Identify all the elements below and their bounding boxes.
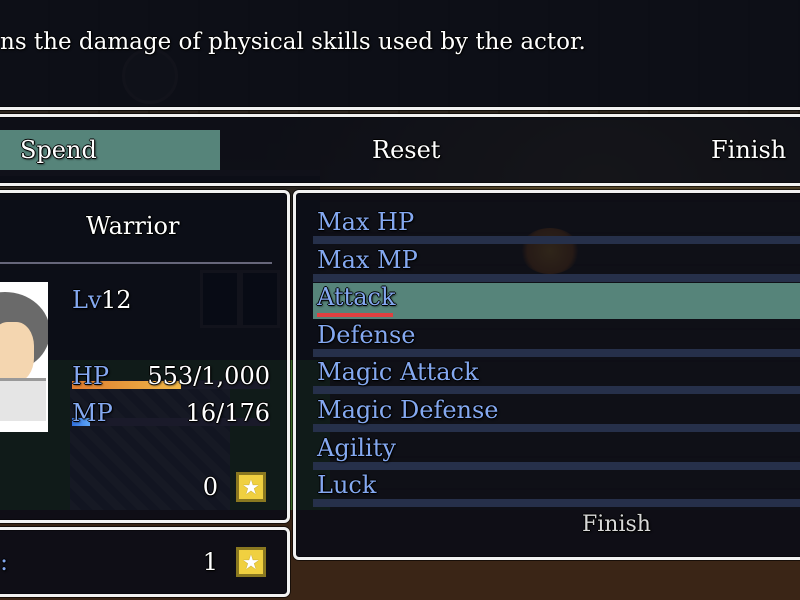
- param-row-attack[interactable]: Attack: [313, 283, 800, 319]
- level-value: 12: [101, 286, 132, 314]
- mp-label: MP: [72, 399, 113, 427]
- reset-command[interactable]: Reset: [372, 136, 440, 164]
- actor-points-value: 0: [202, 473, 218, 501]
- param-row-max-hp[interactable]: Max HP: [313, 208, 800, 244]
- selection-underline: [317, 313, 393, 317]
- param-row-separator: [313, 386, 800, 394]
- param-row-magic-defense[interactable]: Magic Defense: [313, 396, 800, 432]
- param-label: Luck: [317, 471, 377, 499]
- param-label: Defense: [317, 321, 416, 349]
- star-icon: ★: [236, 547, 266, 577]
- finish-command[interactable]: Finish: [711, 136, 786, 164]
- help-text: ns the damage of physical skills used by…: [0, 29, 586, 55]
- actor-class: Warrior: [86, 212, 180, 240]
- param-label: Magic Attack: [317, 358, 479, 386]
- actor-face-portrait: [0, 282, 48, 432]
- hp-value: 553/1,000: [147, 362, 270, 390]
- param-row-separator: [313, 349, 800, 357]
- total-points-value: 1: [202, 548, 218, 576]
- param-label: Max MP: [317, 246, 418, 274]
- spend-command[interactable]: Spend: [20, 136, 97, 164]
- param-finish-option[interactable]: Finish: [582, 511, 651, 539]
- param-row-max-mp[interactable]: Max MP: [313, 246, 800, 282]
- param-label: Max HP: [317, 208, 415, 236]
- star-icon: ★: [236, 472, 266, 502]
- param-row-separator: [313, 499, 800, 507]
- param-row-separator: [313, 236, 800, 244]
- mp-value: 16/176: [185, 399, 270, 427]
- param-row-separator: [313, 424, 800, 432]
- hp-label: HP: [72, 362, 110, 390]
- level-label: Lv: [72, 286, 102, 314]
- param-row-magic-attack[interactable]: Magic Attack: [313, 358, 800, 394]
- param-label: Magic Defense: [317, 396, 499, 424]
- param-row-separator: [313, 462, 800, 470]
- divider: [0, 262, 272, 264]
- param-label: Agility: [317, 434, 396, 462]
- param-row-separator: [313, 274, 800, 282]
- param-row-agility[interactable]: Agility: [313, 434, 800, 470]
- param-label: Attack: [317, 283, 396, 311]
- param-row-defense[interactable]: Defense: [313, 321, 800, 357]
- param-row-luck[interactable]: Luck: [313, 471, 800, 507]
- total-points-label: :: [0, 548, 9, 576]
